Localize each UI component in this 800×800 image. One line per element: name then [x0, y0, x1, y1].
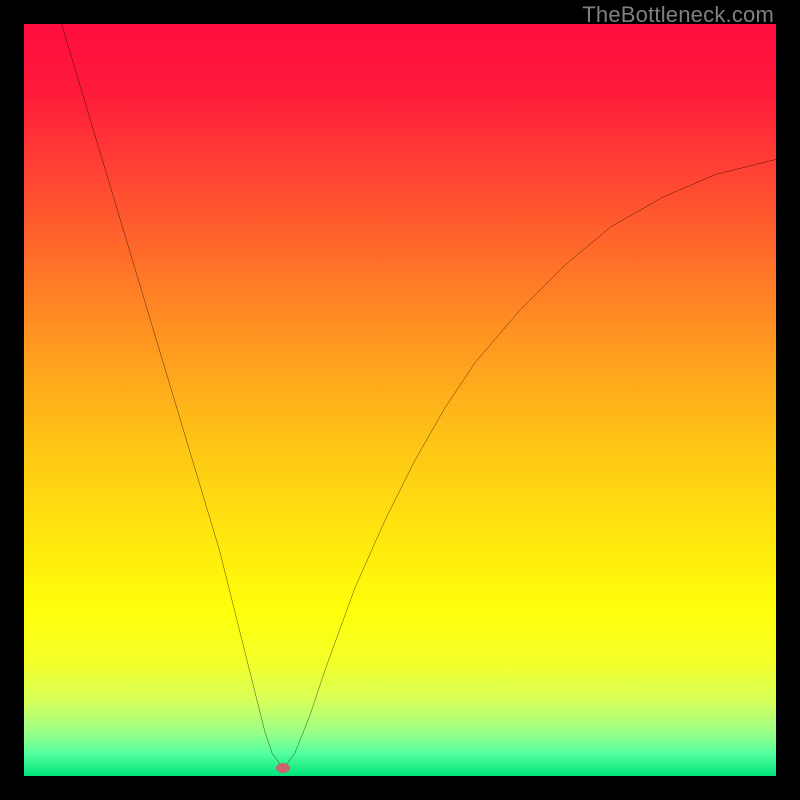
chart-frame: TheBottleneck.com: [0, 0, 800, 800]
watermark-text: TheBottleneck.com: [582, 2, 774, 28]
bottleneck-marker: [276, 763, 290, 773]
plot-area: [24, 24, 776, 776]
bottleneck-curve: [24, 24, 776, 776]
